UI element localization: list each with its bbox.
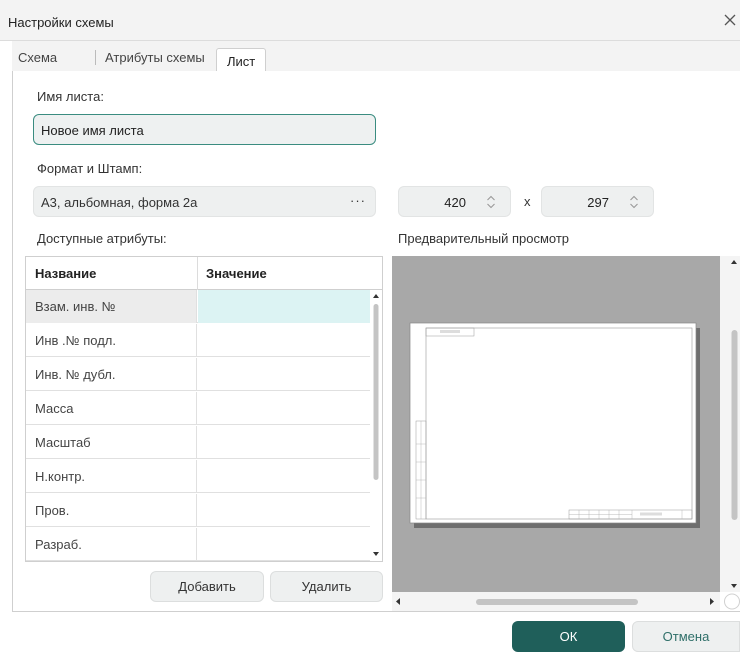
- scroll-thumb[interactable]: [373, 304, 379, 480]
- attribute-name: Взам. инв. №: [26, 290, 197, 323]
- preview-canvas[interactable]: [392, 256, 720, 592]
- ok-button[interactable]: ОК: [512, 621, 625, 652]
- attribute-name: Инв .№ подл.: [26, 324, 197, 357]
- dimension-separator: x: [524, 194, 531, 209]
- attribute-value[interactable]: [198, 358, 370, 391]
- attributes-table: Название Значение Взам. инв. № Инв .№ по…: [25, 256, 383, 562]
- window-title: Настройки схемы: [8, 15, 114, 30]
- delete-attribute-button[interactable]: Удалить: [270, 571, 383, 602]
- table-row[interactable]: Масштаб: [26, 426, 370, 459]
- height-spinbox[interactable]: 297: [541, 186, 654, 217]
- height-value: 297: [587, 195, 609, 210]
- attribute-value[interactable]: [198, 426, 370, 459]
- width-spinbox[interactable]: 420: [398, 186, 511, 217]
- table-row[interactable]: Разраб.: [26, 528, 370, 561]
- preview-horizontal-scrollbar[interactable]: [392, 592, 720, 611]
- sheet-thumbnail: [409, 322, 700, 528]
- sheet-top-stamp-fill: [440, 330, 460, 333]
- width-value: 420: [444, 195, 466, 210]
- scroll-down-icon[interactable]: [731, 584, 737, 588]
- spin-arrows-icon[interactable]: [485, 194, 497, 210]
- attribute-value[interactable]: [198, 324, 370, 357]
- tab-divider: [95, 50, 96, 65]
- scroll-down-icon[interactable]: [373, 552, 379, 556]
- table-scrollbar[interactable]: [370, 290, 382, 561]
- title-bar: Настройки схемы: [0, 0, 740, 41]
- attribute-name: Н.контр.: [26, 460, 197, 493]
- attribute-name: Масса: [26, 392, 197, 425]
- format-label: Формат и Штамп:: [37, 161, 143, 176]
- cancel-button[interactable]: Отмена: [632, 621, 740, 652]
- column-header-value[interactable]: Значение: [206, 266, 267, 281]
- sheet-name-label: Имя листа:: [37, 89, 104, 104]
- attribute-name: Инв. № дубл.: [26, 358, 197, 391]
- format-selector[interactable]: А3, альбомная, форма 2а ···: [33, 186, 376, 217]
- scroll-right-icon[interactable]: [710, 598, 714, 605]
- scroll-up-icon[interactable]: [373, 294, 379, 298]
- attribute-value[interactable]: [198, 392, 370, 425]
- table-header: Название Значение: [26, 257, 382, 290]
- table-row[interactable]: Инв .№ подл.: [26, 324, 370, 357]
- tab-bar: Схема Атрибуты схемы Лист: [12, 41, 740, 73]
- format-value: А3, альбомная, форма 2а: [41, 195, 198, 210]
- scroll-left-icon[interactable]: [396, 598, 400, 605]
- attribute-value[interactable]: [198, 290, 370, 323]
- tab-scheme-attributes[interactable]: Атрибуты схемы: [105, 50, 205, 65]
- sheet-page: [409, 322, 697, 524]
- attribute-value[interactable]: [198, 494, 370, 527]
- more-icon[interactable]: ···: [350, 193, 366, 208]
- attributes-label: Доступные атрибуты:: [37, 231, 167, 246]
- column-divider: [197, 257, 198, 290]
- sheet-title-block-fill: [640, 512, 662, 516]
- scroll-corner-icon: [724, 593, 740, 610]
- preview-panel: [392, 256, 740, 611]
- spin-arrows-icon[interactable]: [628, 194, 640, 210]
- scroll-thumb[interactable]: [476, 599, 638, 605]
- table-row[interactable]: Пров.: [26, 494, 370, 527]
- attribute-value[interactable]: [198, 528, 370, 561]
- attribute-name: Пров.: [26, 494, 197, 527]
- preview-vertical-scrollbar[interactable]: [720, 256, 740, 592]
- attribute-name: Разраб.: [26, 528, 197, 561]
- tab-scheme[interactable]: Схема: [18, 50, 57, 65]
- add-attribute-button[interactable]: Добавить: [150, 571, 264, 602]
- close-icon[interactable]: [722, 12, 738, 28]
- tab-sheet[interactable]: Лист: [216, 48, 267, 73]
- attribute-name: Масштаб: [26, 426, 197, 459]
- table-row[interactable]: Масса: [26, 392, 370, 425]
- table-row[interactable]: Взам. инв. №: [26, 290, 370, 323]
- table-row[interactable]: Н.контр.: [26, 460, 370, 493]
- table-row[interactable]: Инв. № дубл.: [26, 358, 370, 391]
- preview-label: Предварительный просмотр: [398, 231, 570, 246]
- column-header-name[interactable]: Название: [35, 266, 96, 281]
- sheet-name-input[interactable]: Новое имя листа: [33, 114, 376, 145]
- scroll-up-icon[interactable]: [731, 260, 737, 264]
- attribute-value[interactable]: [198, 460, 370, 493]
- scroll-thumb[interactable]: [731, 330, 738, 520]
